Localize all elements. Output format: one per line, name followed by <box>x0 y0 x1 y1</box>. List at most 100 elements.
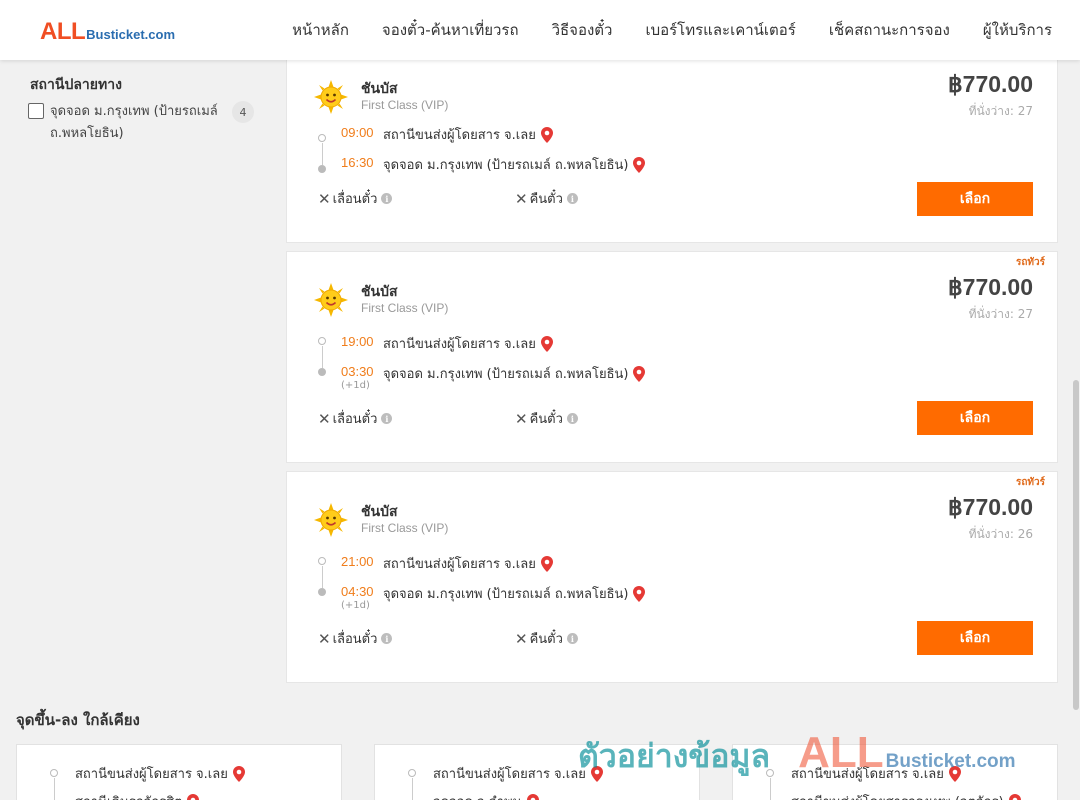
operator-name: ชันบัส <box>361 504 398 520</box>
smiling-sun-icon <box>314 80 348 114</box>
trip-price: ฿770.00 <box>948 274 1033 300</box>
departure-time: 19:00 <box>341 334 374 349</box>
refund-ticket-label: คืนตั๋ว <box>529 192 563 207</box>
trip-card: ชันบัส First Class (VIP) ฿770.00 ที่นั่ง… <box>286 58 1058 243</box>
nearby-to-label: สถานีขนส่งผู้โดยสารกรุงเทพ (จตุจักร) <box>791 791 1004 800</box>
nav-book-search[interactable]: จองตั๋ว-ค้นหาเที่ยวรถ <box>382 18 519 42</box>
map-pin-icon[interactable] <box>633 585 646 602</box>
departure-dot <box>50 769 58 777</box>
nav-how-to-book[interactable]: วิธีจองตั๋ว <box>552 18 613 42</box>
departure-time: 09:00 <box>341 125 374 140</box>
nearby-from-label: สถานีขนส่งผู้โดยสาร จ.เลย <box>791 767 944 782</box>
arrival-dot <box>318 368 326 376</box>
route-line <box>322 143 323 165</box>
change-ticket-policy: ✕ เลื่อนตั๋ว i <box>318 408 393 429</box>
map-pin-icon[interactable] <box>187 793 200 800</box>
map-pin-icon[interactable] <box>590 765 603 782</box>
departure-stop: สถานีขนส่งผู้โดยสาร จ.เลย <box>383 333 553 354</box>
bus-class: First Class (VIP) <box>361 98 449 112</box>
map-pin-icon[interactable] <box>540 555 553 572</box>
map-pin-icon[interactable] <box>540 335 553 352</box>
nearby-from-stop: สถานีขนส่งผู้โดยสาร จ.เลย <box>75 763 245 784</box>
destination-option-count: 4 <box>232 101 254 123</box>
trip-price: ฿770.00 <box>948 71 1033 97</box>
scrollbar-track[interactable] <box>1072 60 1080 800</box>
select-trip-button[interactable]: เลือก <box>917 401 1033 435</box>
refund-ticket-policy: ✕ คืนตั๋ว i <box>515 408 578 429</box>
route-line <box>412 778 413 800</box>
map-pin-icon[interactable] <box>540 126 553 143</box>
route-line <box>770 778 771 800</box>
nav-phone-counter[interactable]: เบอร์โทรและเคาน์เตอร์ <box>645 18 795 42</box>
departure-stop-label: สถานีขนส่งผู้โดยสาร จ.เลย <box>383 128 536 143</box>
operator-name: ชันบัส <box>361 81 398 97</box>
arrival-stop-label: จุดจอด ม.กรุงเทพ (ป้ายรถเมล์ ถ.พหลโยธิน) <box>383 158 629 173</box>
info-icon[interactable]: i <box>381 193 393 204</box>
bus-class: First Class (VIP) <box>361 301 449 315</box>
nearby-to-label: สถานีเดินรถจักรสิต <box>75 791 182 800</box>
departure-dot <box>766 769 774 777</box>
arrival-stop: จุดจอด ม.กรุงเทพ (ป้ายรถเมล์ ถ.พหลโยธิน) <box>383 583 646 604</box>
departure-dot <box>318 134 326 142</box>
map-pin-icon[interactable] <box>633 365 646 382</box>
map-pin-icon[interactable] <box>948 765 961 782</box>
departure-dot <box>318 557 326 565</box>
nav-home[interactable]: หน้าหลัก <box>292 18 349 42</box>
info-icon[interactable]: i <box>381 413 393 424</box>
departure-stop: สถานีขนส่งผู้โดยสาร จ.เลย <box>383 553 553 574</box>
x-icon: ✕ <box>318 189 331 208</box>
nearby-route-card[interactable]: สถานีขนส่งผู้โดยสาร จ.เลย สถานีเดินรถจัก… <box>16 744 342 800</box>
map-pin-icon[interactable] <box>1008 793 1021 800</box>
select-trip-button[interactable]: เลือก <box>917 182 1033 216</box>
logo-domain-text: Busticket.com <box>86 27 176 42</box>
x-icon: ✕ <box>318 409 331 428</box>
info-icon[interactable]: i <box>566 633 578 644</box>
map-pin-icon[interactable] <box>633 156 646 173</box>
map-pin-icon[interactable] <box>526 793 539 800</box>
site-logo[interactable]: ALL Busticket.com <box>40 18 175 46</box>
nearby-from-label: สถานีขนส่งผู้โดยสาร จ.เลย <box>433 767 586 782</box>
change-ticket-policy: ✕ เลื่อนตั๋ว i <box>318 628 393 649</box>
site-header: ALL Busticket.com หน้าหลัก จองตั๋ว-ค้นหา… <box>0 0 1080 60</box>
smiling-sun-icon <box>314 283 348 317</box>
smiling-sun-icon <box>314 503 348 537</box>
destination-option-label[interactable]: จุดจอด ม.กรุงเทพ (ป้ายรถเมล์ ถ.พหลโยธิน) <box>50 101 226 145</box>
logo-all-text: ALL <box>40 18 86 45</box>
x-icon: ✕ <box>318 629 331 648</box>
departure-stop: สถานีขนส่งผู้โดยสาร จ.เลย <box>383 124 553 145</box>
nav-check-booking[interactable]: เช็คสถานะการจอง <box>829 18 950 42</box>
arrival-time: 03:30 <box>341 364 374 379</box>
scrollbar-thumb[interactable] <box>1073 380 1079 710</box>
arrival-dot <box>318 165 326 173</box>
select-trip-button[interactable]: เลือก <box>917 621 1033 655</box>
seats-available: ที่นั่งว่าง: 26 <box>968 527 1033 541</box>
route-line <box>322 346 323 368</box>
x-icon: ✕ <box>515 409 528 428</box>
arrival-stop: จุดจอด ม.กรุงเทพ (ป้ายรถเมล์ ถ.พหลโยธิน) <box>383 154 646 175</box>
refund-ticket-policy: ✕ คืนตั๋ว i <box>515 628 578 649</box>
nearby-route-card[interactable]: สถานีขนส่งผู้โดยสาร จ.เลย จุดจอด จ.ลำพูน <box>374 744 700 800</box>
trip-price: ฿770.00 <box>948 494 1033 520</box>
nearby-stops-title: จุดขึ้น-ลง ใกล้เคียง <box>16 711 140 729</box>
trip-card: รถทัวร์ ชันบัส First Class (VIP) ฿770.00… <box>286 471 1058 683</box>
next-day-badge: (+1d) <box>341 380 370 391</box>
destination-checkbox[interactable] <box>28 103 44 119</box>
seats-available: ที่นั่งว่าง: 27 <box>968 307 1033 321</box>
info-icon[interactable]: i <box>381 633 393 644</box>
nav-operators[interactable]: ผู้ให้บริการ <box>983 18 1052 42</box>
arrival-stop-label: จุดจอด ม.กรุงเทพ (ป้ายรถเมล์ ถ.พหลโยธิน) <box>383 367 629 382</box>
arrival-stop-label: จุดจอด ม.กรุงเทพ (ป้ายรถเมล์ ถ.พหลโยธิน) <box>383 587 629 602</box>
departure-dot <box>318 337 326 345</box>
nearby-route-card[interactable]: สถานีขนส่งผู้โดยสาร จ.เลย สถานีขนส่งผู้โ… <box>732 744 1058 800</box>
departure-dot <box>408 769 416 777</box>
seats-available: ที่นั่งว่าง: 27 <box>968 104 1033 118</box>
trip-card: รถทัวร์ ชันบัส First Class (VIP) ฿770.00… <box>286 251 1058 463</box>
nearby-from-stop: สถานีขนส่งผู้โดยสาร จ.เลย <box>791 763 961 784</box>
operator-name: ชันบัส <box>361 284 398 300</box>
bus-type-ribbon: รถทัวร์ <box>1015 257 1045 268</box>
info-icon[interactable]: i <box>566 413 578 424</box>
destination-filter-title: สถานีปลายทาง <box>30 77 122 93</box>
info-icon[interactable]: i <box>566 193 578 204</box>
map-pin-icon[interactable] <box>232 765 245 782</box>
destination-filter-option[interactable]: จุดจอด ม.กรุงเทพ (ป้ายรถเมล์ ถ.พหลโยธิน)… <box>28 101 256 145</box>
